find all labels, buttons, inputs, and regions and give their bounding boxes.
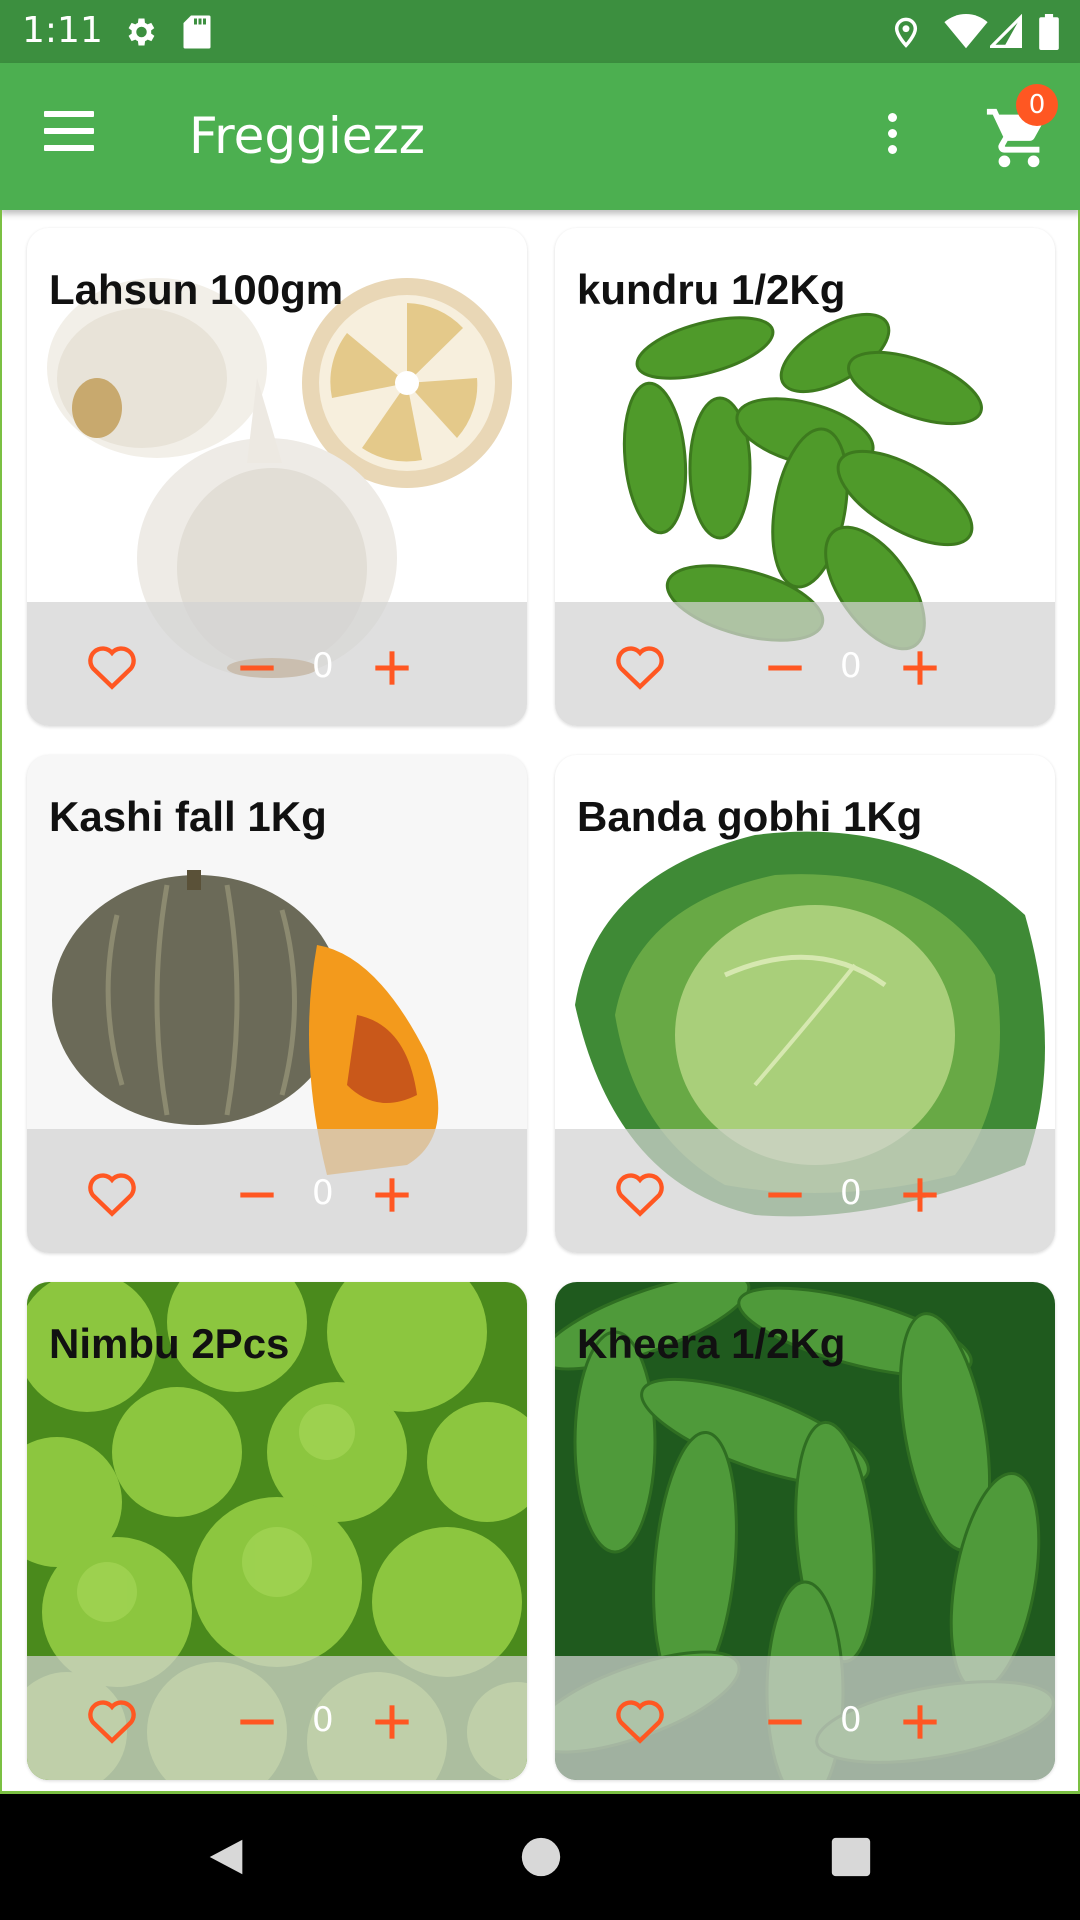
more-options-button[interactable]	[880, 113, 904, 163]
battery-icon	[1039, 14, 1059, 50]
home-icon[interactable]	[518, 1834, 564, 1880]
minus-icon[interactable]	[237, 1702, 277, 1742]
app-bar: Freggiezz 0	[0, 63, 1080, 210]
minus-icon[interactable]	[237, 1175, 277, 1215]
product-card[interactable]: Nimbu 2Pcs 0	[27, 1282, 527, 1780]
heart-icon[interactable]	[613, 642, 667, 690]
minus-icon[interactable]	[765, 1175, 805, 1215]
quantity-value: 0	[840, 1700, 862, 1740]
quantity-value: 0	[312, 646, 334, 686]
minus-icon[interactable]	[765, 648, 805, 688]
product-name: Banda gobhi 1Kg	[577, 793, 923, 840]
heart-icon[interactable]	[85, 1169, 139, 1217]
system-nav-bar	[0, 1794, 1080, 1920]
quantity-value: 0	[312, 1700, 334, 1740]
product-actions-bar: 0	[27, 602, 527, 726]
status-bar: 1:11	[0, 0, 1080, 63]
plus-icon[interactable]	[900, 1175, 940, 1215]
minus-icon[interactable]	[237, 648, 277, 688]
product-name: Nimbu 2Pcs	[49, 1320, 290, 1367]
product-actions-bar: 0	[555, 1656, 1055, 1780]
product-name: Lahsun 100gm	[49, 266, 344, 313]
sd-card-icon	[183, 15, 211, 49]
settings-icon	[128, 18, 155, 46]
back-icon[interactable]	[204, 1834, 250, 1880]
product-name: Kheera 1/2Kg	[577, 1320, 846, 1367]
plus-icon[interactable]	[900, 1702, 940, 1742]
plus-icon[interactable]	[372, 1175, 412, 1215]
product-actions-bar: 0	[555, 1129, 1055, 1253]
status-time: 1:11	[22, 10, 103, 51]
product-grid: Lahsun 100gm 0 kundru 1/2Kg 0 Kashi fall…	[0, 210, 1080, 1794]
wifi-icon	[944, 14, 988, 49]
product-actions-bar: 0	[555, 602, 1055, 726]
heart-icon[interactable]	[85, 642, 139, 690]
product-card[interactable]: Kashi fall 1Kg 0	[27, 755, 527, 1253]
quantity-value: 0	[840, 1173, 862, 1213]
product-card[interactable]: Banda gobhi 1Kg 0	[555, 755, 1055, 1253]
recents-icon[interactable]	[828, 1834, 874, 1880]
heart-icon[interactable]	[613, 1169, 667, 1217]
product-name: Kashi fall 1Kg	[49, 793, 327, 840]
product-card[interactable]: Lahsun 100gm 0	[27, 228, 527, 726]
plus-icon[interactable]	[372, 648, 412, 688]
quantity-value: 0	[840, 646, 862, 686]
signal-icon	[990, 14, 1022, 48]
heart-icon[interactable]	[85, 1696, 139, 1744]
quantity-value: 0	[312, 1173, 334, 1213]
menu-button[interactable]	[44, 111, 104, 161]
product-actions-bar: 0	[27, 1656, 527, 1780]
cart-count-badge: 0	[1016, 84, 1058, 126]
heart-icon[interactable]	[613, 1696, 667, 1744]
product-actions-bar: 0	[27, 1129, 527, 1253]
plus-icon[interactable]	[372, 1702, 412, 1742]
product-name: kundru 1/2Kg	[577, 266, 846, 313]
minus-icon[interactable]	[765, 1702, 805, 1742]
location-icon	[894, 17, 918, 48]
plus-icon[interactable]	[900, 648, 940, 688]
app-title: Freggiezz	[189, 107, 425, 165]
product-card[interactable]: kundru 1/2Kg 0	[555, 228, 1055, 726]
product-card[interactable]: Kheera 1/2Kg 0	[555, 1282, 1055, 1780]
